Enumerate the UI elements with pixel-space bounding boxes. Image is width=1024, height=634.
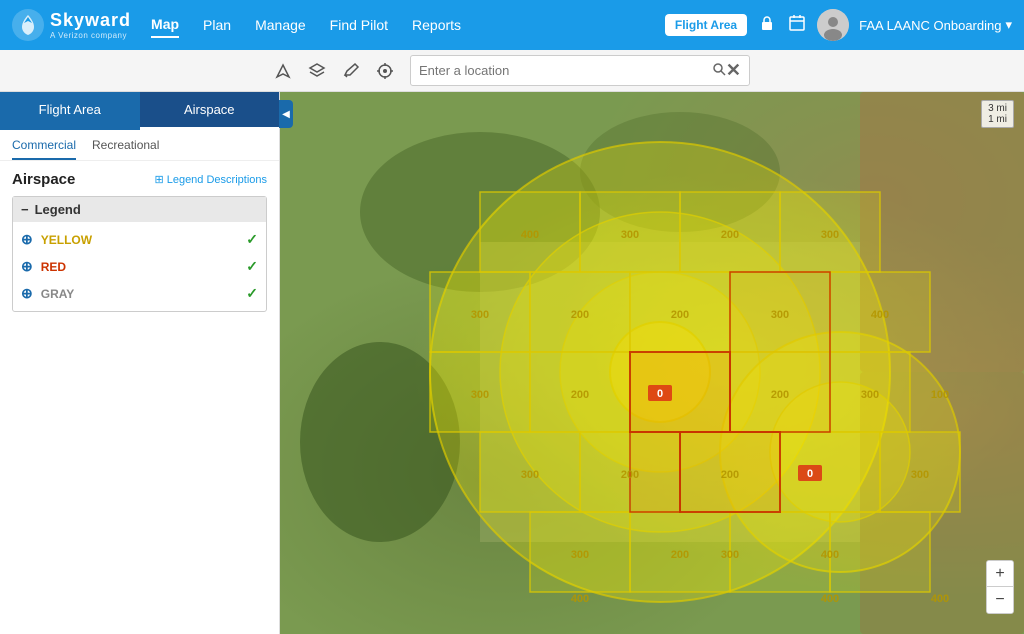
nav-find-pilot[interactable]: Find Pilot	[330, 13, 388, 37]
airspace-section-header: Airspace ⊞ Legend Descriptions	[0, 161, 279, 192]
svg-text:300: 300	[621, 229, 639, 241]
legend-minus-icon: −	[21, 202, 29, 217]
layers-icon	[308, 62, 326, 80]
svg-text:200: 200	[671, 309, 689, 321]
layers-tool-button[interactable]	[308, 62, 326, 80]
svg-text:300: 300	[471, 389, 489, 401]
panel-collapse-button[interactable]: ◀	[279, 100, 293, 128]
top-navigation: Skyward A Verizon company Map Plan Manag…	[0, 0, 1024, 50]
legend-items: ⊕ YELLOW ✓ ⊕ RED ✓ ⊕ GRAY ✓	[13, 222, 266, 311]
left-panel: Flight Area Airspace ◀ Commercial Recrea…	[0, 92, 280, 634]
recreational-tab[interactable]: Recreational	[92, 138, 159, 160]
calendar-icon-btn[interactable]	[787, 13, 807, 38]
legend-gray-label: GRAY	[41, 287, 75, 301]
svg-text:300: 300	[471, 309, 489, 321]
nav-reports[interactable]: Reports	[412, 13, 461, 37]
account-label[interactable]: FAA LAANC Onboarding ▾	[859, 17, 1012, 33]
legend-item-red: ⊕ RED ✓	[13, 253, 266, 280]
airspace-tab[interactable]: Airspace	[140, 92, 280, 130]
location-search-input[interactable]	[419, 63, 712, 78]
target-tool-button[interactable]	[376, 62, 394, 80]
draw-tool-button[interactable]	[274, 62, 292, 80]
flight-area-tab[interactable]: Flight Area	[0, 92, 140, 130]
legend-title: Legend	[35, 202, 81, 217]
lock-icon	[757, 13, 777, 33]
legend-gray-expand[interactable]: ⊕	[21, 285, 33, 302]
flight-area-button[interactable]: Flight Area	[665, 14, 747, 36]
svg-text:400: 400	[571, 593, 589, 605]
zoom-out-button[interactable]: −	[987, 587, 1013, 613]
legend-header: − Legend	[13, 197, 266, 222]
legend-box: − Legend ⊕ YELLOW ✓ ⊕ RED ✓ ⊕ GRAY ✓	[12, 196, 267, 312]
skyward-logo-icon	[12, 9, 44, 41]
svg-text:300: 300	[571, 549, 589, 561]
zoom-in-button[interactable]: +	[987, 561, 1013, 587]
panel-sub-tabs: Commercial Recreational	[0, 130, 279, 161]
legend-yellow-expand[interactable]: ⊕	[21, 231, 33, 248]
nav-manage[interactable]: Manage	[255, 13, 306, 37]
nav-links: Map Plan Manage Find Pilot Reports	[151, 12, 665, 38]
avatar-icon	[817, 9, 849, 41]
commercial-tab[interactable]: Commercial	[12, 138, 76, 160]
svg-text:400: 400	[821, 549, 839, 561]
legend-descriptions-link[interactable]: ⊞ Legend Descriptions	[154, 173, 267, 186]
svg-text:200: 200	[571, 309, 589, 321]
svg-text:0: 0	[807, 468, 813, 480]
svg-text:200: 200	[771, 389, 789, 401]
pencil-icon	[342, 62, 360, 80]
svg-text:200: 200	[721, 469, 739, 481]
svg-text:400: 400	[821, 593, 839, 605]
airspace-title: Airspace	[12, 171, 75, 188]
main-layout: Flight Area Airspace ◀ Commercial Recrea…	[0, 92, 1024, 634]
panel-tabs: Flight Area Airspace	[0, 92, 279, 130]
search-clear-button[interactable]: ✕	[726, 60, 741, 81]
svg-text:300: 300	[771, 309, 789, 321]
logo-sub: A Verizon company	[50, 31, 131, 40]
svg-text:400: 400	[931, 593, 949, 605]
svg-text:100: 100	[931, 389, 949, 401]
lock-icon-btn[interactable]	[757, 13, 777, 38]
map-overlay-svg: 400 300 200 300 300 200 200 300 400 300 …	[280, 92, 1024, 634]
svg-text:300: 300	[521, 469, 539, 481]
svg-text:200: 200	[621, 469, 639, 481]
map-zoom-controls: + −	[986, 560, 1014, 614]
legend-gray-check[interactable]: ✓	[246, 285, 258, 302]
map-scale: 3 mi 1 mi	[981, 100, 1014, 128]
svg-text:400: 400	[871, 309, 889, 321]
svg-text:200: 200	[721, 229, 739, 241]
location-search-wrap: ✕	[410, 55, 750, 86]
legend-red-check[interactable]: ✓	[246, 258, 258, 275]
legend-yellow-label: YELLOW	[41, 233, 92, 247]
legend-item-gray: ⊕ GRAY ✓	[13, 280, 266, 307]
nav-right: Flight Area FAA LAANC Onboarding	[665, 9, 1012, 41]
svg-text:400: 400	[521, 229, 539, 241]
logo[interactable]: Skyward A Verizon company	[12, 9, 131, 41]
svg-text:0: 0	[657, 388, 663, 400]
svg-text:300: 300	[911, 469, 929, 481]
edit-tool-button[interactable]	[342, 62, 360, 80]
calendar-icon	[787, 13, 807, 33]
legend-item-yellow: ⊕ YELLOW ✓	[13, 226, 266, 253]
search-submit-button[interactable]	[712, 62, 726, 79]
search-bar: ✕	[0, 50, 1024, 92]
legend-red-label: RED	[41, 260, 66, 274]
search-icon	[712, 62, 726, 76]
user-avatar[interactable]	[817, 9, 849, 41]
legend-red-expand[interactable]: ⊕	[21, 258, 33, 275]
logo-skyward: Skyward	[50, 10, 131, 31]
svg-text:300: 300	[821, 229, 839, 241]
draw-icon	[274, 62, 292, 80]
nav-plan[interactable]: Plan	[203, 13, 231, 37]
target-icon	[376, 62, 394, 80]
nav-map[interactable]: Map	[151, 12, 179, 38]
svg-text:200: 200	[671, 549, 689, 561]
map-area[interactable]: 400 300 200 300 300 200 200 300 400 300 …	[280, 92, 1024, 634]
svg-text:300: 300	[861, 389, 879, 401]
logo-text: Skyward A Verizon company	[50, 10, 131, 40]
legend-yellow-check[interactable]: ✓	[246, 231, 258, 248]
svg-text:200: 200	[571, 389, 589, 401]
svg-text:300: 300	[721, 549, 739, 561]
